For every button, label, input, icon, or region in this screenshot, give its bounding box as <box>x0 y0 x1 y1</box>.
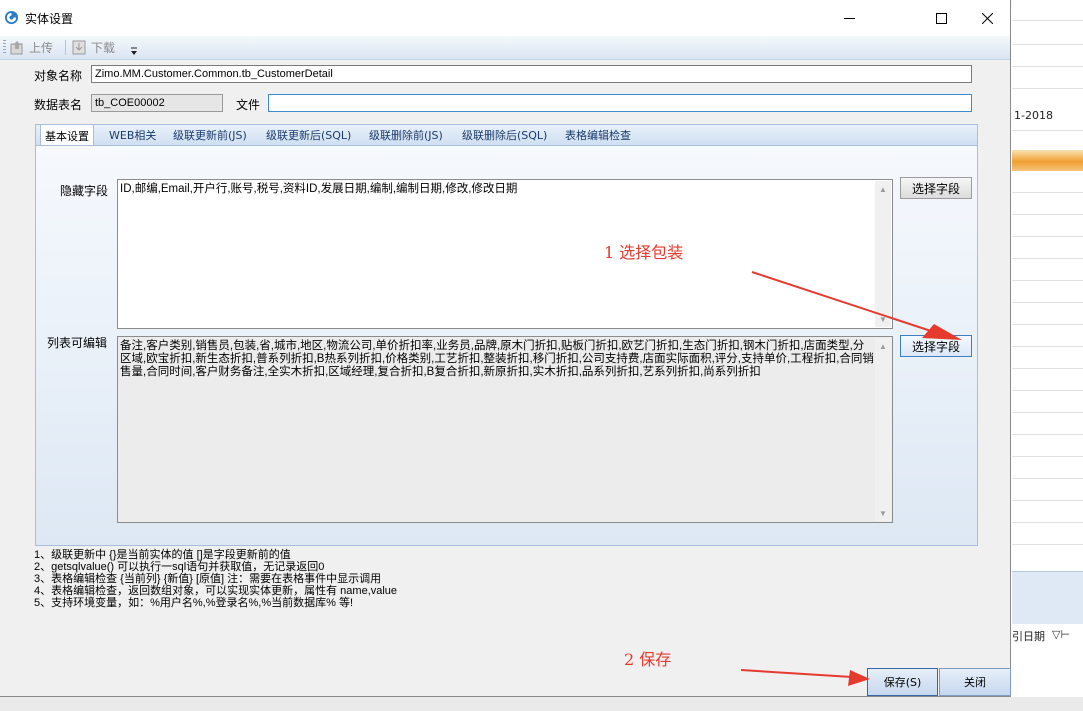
upload-button[interactable]: 上传 <box>10 38 53 57</box>
tab-web[interactable]: WEB相关 <box>105 125 160 146</box>
hidden-fields-text: ID,邮编,Email,开户行,账号,税号,资料ID,发展日期,编制,编制日期,… <box>120 183 518 195</box>
close-icon <box>981 12 993 24</box>
tab-grid-edit-check[interactable]: 表格编辑检查 <box>561 125 635 146</box>
tab-cascade-delete-after[interactable]: 级联删除后(SQL) <box>458 125 551 146</box>
note-line: 5、支持环境变量，如：%用户名%,%登录名%,%当前数据库% 等! <box>34 597 354 609</box>
hidden-fields-label: 隐藏字段 <box>60 184 109 198</box>
grid-line <box>1012 368 1083 369</box>
select-field-button-editable[interactable]: 选择字段 <box>900 335 972 357</box>
grid-line <box>1012 544 1083 545</box>
annotation-step-1: 1 选择包装 <box>604 243 684 262</box>
vertical-scrollbar[interactable]: ▲ ▼ <box>875 181 891 327</box>
select-field-button-hidden[interactable]: 选择字段 <box>900 177 972 199</box>
maximize-button[interactable] <box>918 0 964 36</box>
scroll-down-icon[interactable]: ▼ <box>875 505 891 521</box>
object-name-label: 对象名称 <box>34 69 83 83</box>
download-button[interactable]: 下载 <box>72 38 115 57</box>
hidden-fields-textarea[interactable]: ID,邮编,Email,开户行,账号,税号,资料ID,发展日期,编制,编制日期,… <box>117 179 893 329</box>
grid-line <box>1012 130 1083 131</box>
title-bar: 实体设置 <box>0 0 1010 36</box>
background-statusbar <box>0 697 1083 711</box>
note-line: 1、级联更新中 {}是当前实体的值 []是字段更新前的值 <box>34 549 291 561</box>
grid-line <box>1012 522 1083 523</box>
grid-line <box>1012 20 1083 21</box>
grid-line <box>1012 88 1083 89</box>
filter-icon[interactable]: ▽⊢ <box>1052 628 1070 641</box>
note-line: 2、getsqlvalue() 可以执行一sql语句并获取值，无记录返回0 <box>34 561 325 573</box>
grid-line <box>1012 214 1083 215</box>
download-label: 下载 <box>91 41 116 55</box>
editable-columns-text: 备注,客户类别,销售员,包装,省,城市,地区,物流公司,单价折扣率,业务员,品牌… <box>120 340 874 378</box>
upload-label: 上传 <box>29 41 54 55</box>
table-name-field[interactable]: tb_COE00002 <box>91 94 223 112</box>
grid-line <box>1012 346 1083 347</box>
background-panel-header <box>1012 571 1083 624</box>
app-icon <box>4 10 19 25</box>
object-name-field[interactable]: Zimo.MM.Customer.Common.tb_CustomerDetai… <box>91 65 972 83</box>
download-icon <box>72 40 86 55</box>
background-selected-row <box>1012 150 1083 171</box>
table-name-label: 数据表名 <box>34 98 83 112</box>
note-line: 4、表格编辑检查，返回数组对象，可以实现实体更新，属性有 name,value <box>34 585 398 597</box>
save-button[interactable]: 保存(S) <box>867 668 938 696</box>
tab-cascade-delete-before[interactable]: 级联删除前(JS) <box>365 125 447 146</box>
upload-icon <box>10 41 23 55</box>
grid-line <box>1012 192 1083 193</box>
minimize-button[interactable] <box>826 0 872 36</box>
grid-line <box>1012 66 1083 67</box>
grid-line <box>1012 390 1083 391</box>
minimize-icon <box>843 17 855 19</box>
scroll-up-icon[interactable]: ▲ <box>875 181 891 197</box>
grid-line <box>1012 456 1083 457</box>
toolbar: 上传 下载 <box>0 36 1010 60</box>
window-title: 实体设置 <box>25 12 74 26</box>
grid-line <box>1012 412 1083 413</box>
editable-columns-label: 列表可编辑 <box>47 336 108 350</box>
background-date-cell: 1-2018 <box>1014 109 1053 122</box>
maximize-icon <box>935 12 947 24</box>
grid-line <box>1012 302 1083 303</box>
tab-strip: 基本设置 WEB相关 级联更新前(JS) 级联更新后(SQL) 级联删除前(JS… <box>35 124 978 148</box>
scroll-down-icon[interactable]: ▼ <box>875 311 891 327</box>
scroll-up-icon[interactable]: ▲ <box>875 338 891 354</box>
vertical-scrollbar[interactable]: ▲ ▼ <box>875 338 891 521</box>
grid-line <box>1012 324 1083 325</box>
editable-columns-textarea[interactable]: 备注,客户类别,销售员,包装,省,城市,地区,物流公司,单价折扣率,业务员,品牌… <box>117 336 893 523</box>
note-line: 3、表格编辑检查 {当前列} {新值} [原值] 注：需要在表格事件中显示调用 <box>34 573 382 585</box>
toolbar-grip[interactable] <box>3 40 6 55</box>
grid-line <box>1012 434 1083 435</box>
background-column-header: 引日期 <box>1012 630 1045 643</box>
help-notes: 1、级联更新中 {}是当前实体的值 []是字段更新前的值 2、getsqlval… <box>34 549 397 609</box>
grid-line <box>1012 478 1083 479</box>
grid-line <box>1012 500 1083 501</box>
file-label: 文件 <box>236 98 261 112</box>
grid-line <box>1012 44 1083 45</box>
tab-cascade-update-before[interactable]: 级联更新前(JS) <box>169 125 251 146</box>
grid-line <box>1012 236 1083 237</box>
grid-line <box>1012 280 1083 281</box>
toolbar-separator <box>65 40 66 55</box>
toolbar-overflow-icon[interactable] <box>129 44 139 58</box>
file-field[interactable] <box>268 94 972 112</box>
tab-cascade-update-after[interactable]: 级联更新后(SQL) <box>262 125 355 146</box>
annotation-step-2: 2 保存 <box>624 650 672 669</box>
grid-line <box>1012 258 1083 259</box>
entity-settings-dialog: 实体设置 上传 下载 对象名称 Zimo.MM.Customer.Common.… <box>0 0 1011 697</box>
close-window-button[interactable] <box>964 0 1010 36</box>
close-button[interactable]: 关闭 <box>939 668 1011 696</box>
